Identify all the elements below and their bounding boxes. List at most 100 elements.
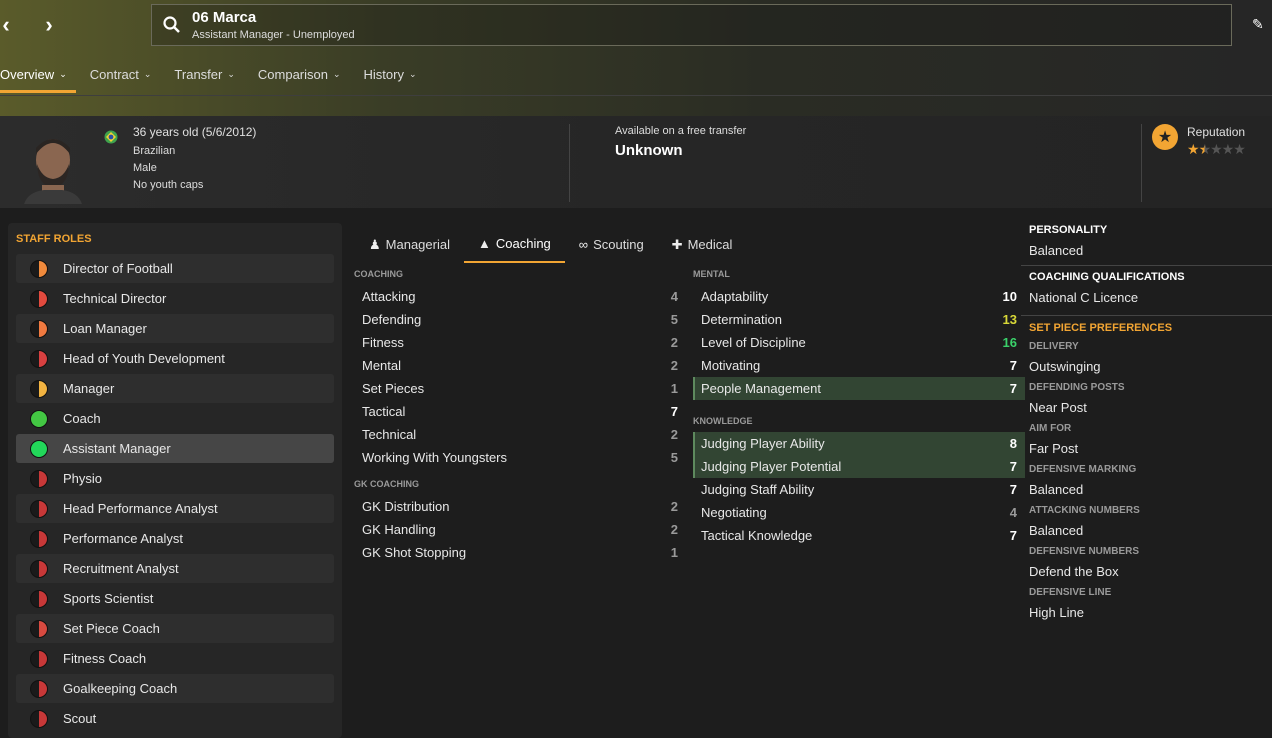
staff-role-row[interactable]: Technical Director — [16, 284, 334, 313]
role-suitability-icon — [30, 319, 48, 338]
attribute-value: 7 — [1009, 528, 1017, 543]
search-box[interactable]: 06 Marca Assistant Manager - Unemployed — [151, 4, 1232, 46]
attribute-value: 2 — [670, 427, 678, 442]
chevron-down-icon: ⌄ — [227, 68, 235, 79]
attribute-value: 10 — [1002, 289, 1017, 304]
availability-label: Available on a free transfer — [615, 125, 747, 137]
attribute-value: 7 — [1009, 482, 1017, 497]
attribute-row[interactable]: Tactical Knowledge 7 — [693, 524, 1025, 547]
profile-strip: 36 years old (5/6/2012) Brazilian Male N… — [0, 116, 1272, 208]
forward-button[interactable]: › — [37, 10, 61, 40]
qualifications-title: COACHING QUALIFICATIONS — [1029, 271, 1185, 283]
set-piece-label: ATTACKING NUMBERS — [1029, 505, 1140, 516]
attribute-value: 7 — [1009, 358, 1017, 373]
attribute-row[interactable]: Attacking 4 — [354, 285, 686, 308]
staff-role-row[interactable]: Assistant Manager — [16, 434, 334, 463]
attribute-row[interactable]: Technical 2 — [354, 423, 686, 446]
role-suitability-icon — [30, 679, 48, 698]
tab-label: Transfer — [174, 66, 223, 82]
attribute-label: Adaptability — [701, 289, 769, 304]
tab-managerial[interactable]: ♟ Managerial — [355, 226, 464, 263]
staff-role-label: Goalkeeping Coach — [63, 681, 178, 696]
staff-role-row[interactable]: Physio — [16, 464, 334, 493]
staff-role-row[interactable]: Recruitment Analyst — [16, 554, 334, 583]
role-suitability-icon — [30, 649, 48, 668]
staff-role-row[interactable]: Goalkeeping Coach — [16, 674, 334, 703]
staff-role-row[interactable]: Loan Manager — [16, 314, 334, 343]
attribute-row[interactable]: Judging Player Ability 8 — [693, 432, 1025, 455]
attribute-label: Motivating — [701, 358, 761, 373]
tab-scouting[interactable]: ∞ Scouting — [565, 226, 658, 263]
attribute-value: 2 — [670, 358, 678, 373]
attribute-row[interactable]: Fitness 2 — [354, 331, 686, 354]
attribute-row[interactable]: Working With Youngsters 5 — [354, 446, 686, 469]
set-piece-value: Far Post — [1029, 441, 1079, 456]
attribute-value: 7 — [1009, 381, 1017, 396]
staff-role-row[interactable]: Manager — [16, 374, 334, 403]
role-suitability-icon — [30, 529, 48, 548]
attribute-row[interactable]: People Management 7 — [693, 377, 1025, 400]
staff-role-label: Manager — [63, 381, 115, 396]
attribute-row[interactable]: Negotiating 4 — [693, 501, 1025, 524]
tab-coaching[interactable]: ▲ Coaching — [463, 226, 565, 263]
divider — [0, 95, 1272, 96]
youth-caps: No youth caps — [133, 179, 204, 191]
header-bar: ‹ › 06 Marca Assistant Manager - Unemplo… — [0, 0, 1272, 116]
staff-role-row[interactable]: Director of Football — [16, 254, 334, 283]
back-button[interactable]: ‹ — [0, 10, 18, 40]
attribute-label: Negotiating — [701, 505, 767, 520]
staff-role-row[interactable]: Head Performance Analyst — [16, 494, 334, 523]
tab-label: Contract — [89, 66, 139, 82]
personality-title: PERSONALITY — [1029, 224, 1108, 236]
personality-value: Balanced — [1029, 243, 1084, 258]
staff-role-row[interactable]: Sports Scientist — [16, 584, 334, 613]
attribute-row[interactable]: GK Handling 2 — [354, 518, 686, 541]
tab-comparison[interactable]: Comparison ⌄ — [258, 60, 341, 88]
attribute-row[interactable]: Mental 2 — [354, 354, 686, 377]
tab-contract[interactable]: Contract ⌄ — [90, 60, 152, 88]
set-piece-value: Balanced — [1029, 482, 1084, 497]
role-suitability-icon — [30, 379, 48, 398]
staff-role-row[interactable]: Set Piece Coach — [16, 614, 334, 643]
attribute-row[interactable]: Judging Player Potential 7 — [693, 455, 1025, 478]
set-piece-label: AIM FOR — [1029, 423, 1072, 434]
person-subtitle: Assistant Manager - Unemployed — [192, 29, 355, 41]
attribute-row[interactable]: GK Shot Stopping 1 — [354, 541, 686, 564]
attribute-row[interactable]: Adaptability 10 — [693, 285, 1025, 308]
attribute-row[interactable]: GK Distribution 2 — [354, 495, 686, 518]
staff-role-row[interactable]: Coach — [16, 404, 334, 433]
staff-role-row[interactable]: Head of Youth Development — [16, 344, 334, 373]
attribute-row[interactable]: Tactical 7 — [354, 400, 686, 423]
attribute-row[interactable]: Set Pieces 1 — [354, 377, 686, 400]
attribute-row[interactable]: Level of Discipline 16 — [693, 331, 1025, 354]
divider — [1141, 124, 1142, 202]
staff-role-label: Scout — [63, 711, 97, 726]
staff-role-row[interactable]: Scout — [16, 704, 334, 733]
managerial-icon: ♟ — [369, 236, 381, 252]
staff-role-label: Assistant Manager — [63, 441, 171, 456]
staff-role-row[interactable]: Fitness Coach — [16, 644, 334, 673]
set-piece-label: DEFENSIVE LINE — [1029, 587, 1112, 598]
edit-icon[interactable]: ✎ — [1252, 16, 1268, 32]
divider — [1021, 265, 1272, 266]
attribute-row[interactable]: Motivating 7 — [693, 354, 1025, 377]
attribute-label: Defending — [362, 312, 422, 327]
attribute-label: Tactical — [362, 404, 406, 419]
staff-role-row[interactable]: Performance Analyst — [16, 524, 334, 553]
role-suitability-icon — [30, 559, 48, 578]
attribute-row[interactable]: Defending 5 — [354, 308, 686, 331]
role-suitability-icon — [30, 469, 48, 488]
sub-tabs: ♟ Managerial ▲ Coaching ∞ Scouting ✚ Medical — [355, 226, 746, 264]
tab-overview[interactable]: Overview ⌄ — [0, 60, 76, 93]
set-piece-label: DELIVERY — [1029, 341, 1079, 352]
tab-transfer[interactable]: Transfer ⌄ — [174, 60, 234, 88]
person-name: 06 Marca — [192, 9, 257, 26]
tab-history[interactable]: History ⌄ — [364, 60, 417, 88]
staff-role-label: Sports Scientist — [63, 591, 154, 606]
half-star-icon: ★ — [1198, 141, 1212, 157]
tab-medical[interactable]: ✚ Medical — [658, 226, 747, 263]
star-icon: ★★★ — [1210, 141, 1246, 157]
attribute-value: 5 — [670, 312, 678, 327]
attribute-row[interactable]: Determination 13 — [693, 308, 1025, 331]
attribute-row[interactable]: Judging Staff Ability 7 — [693, 478, 1025, 501]
